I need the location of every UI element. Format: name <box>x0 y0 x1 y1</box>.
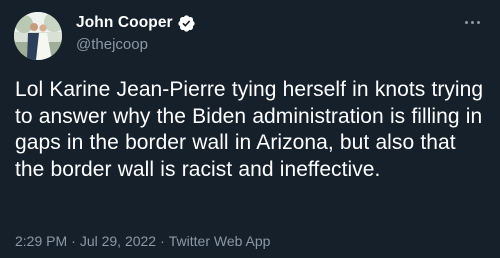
author-display-name[interactable]: John Cooper <box>76 14 173 32</box>
tweet-time[interactable]: 2:29 PM <box>15 233 67 249</box>
avatar-photo-icon <box>14 12 62 60</box>
more-options-icon[interactable] <box>460 12 484 32</box>
tweet-date[interactable]: Jul 29, 2022 <box>80 233 156 249</box>
separator: · <box>71 233 76 249</box>
tweet-card: John Cooper @thejcoop Lol Karine Jean-Pi… <box>0 0 500 258</box>
more-dot <box>464 20 468 24</box>
author-block: John Cooper @thejcoop <box>76 12 196 53</box>
more-dot <box>470 20 474 24</box>
more-dot <box>476 20 480 24</box>
tweet-text: Lol Karine Jean-Pierre tying herself in … <box>15 78 484 181</box>
verified-badge-icon <box>177 14 196 33</box>
tweet-source[interactable]: Twitter Web App <box>169 233 271 249</box>
avatar[interactable] <box>14 12 62 60</box>
author-handle[interactable]: @thejcoop <box>76 36 196 53</box>
separator: · <box>160 233 165 249</box>
tweet-metadata: 2:29 PM · Jul 29, 2022 · Twitter Web App <box>15 233 270 249</box>
author-name-row: John Cooper <box>76 12 196 34</box>
